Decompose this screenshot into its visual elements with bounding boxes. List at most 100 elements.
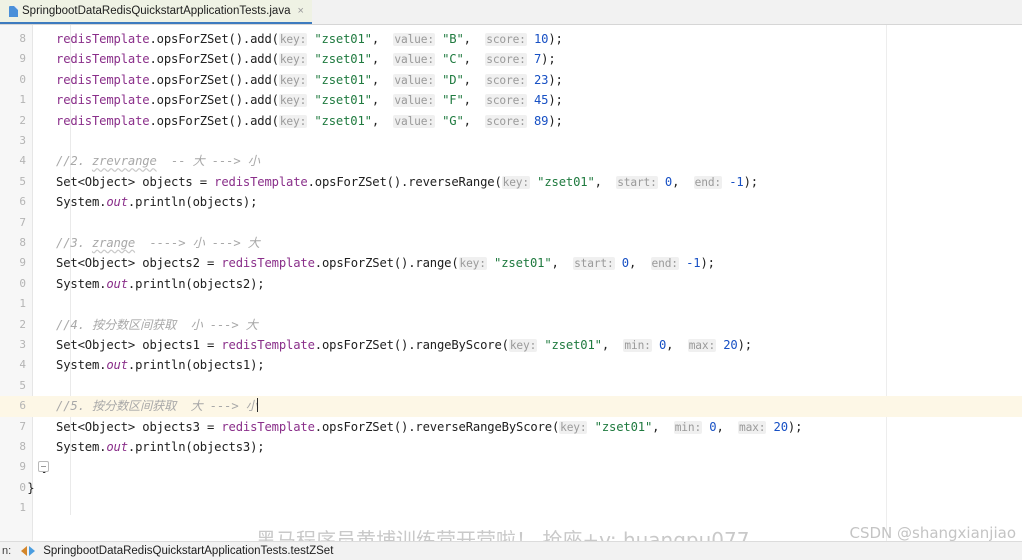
- code-token: .opsForZSet().add(: [149, 93, 279, 108]
- step-back-icon[interactable]: [21, 546, 28, 556]
- code-token: //2.: [56, 154, 92, 169]
- code-token: ,: [601, 338, 624, 352]
- code-token: .opsForZSet().rangeByScore(: [314, 338, 509, 352]
- code-line[interactable]: 6 //5. 按分数区间获取 大 ---> 小: [0, 396, 1022, 417]
- step-forward-icon[interactable]: [29, 546, 36, 556]
- code-text: //3. zrange ----> 小 ---> 大: [56, 233, 260, 253]
- code-text: //4. 按分数区间获取 小 ---> 大: [56, 315, 258, 335]
- code-token: );: [737, 338, 753, 352]
- code-token: .println(objects1);: [127, 358, 265, 373]
- code-token: ,: [371, 32, 394, 46]
- code-line[interactable]: 5 Set<Object> objects = redisTemplate.ops…: [0, 172, 1022, 192]
- line-number: 1: [19, 297, 26, 311]
- code-token: "zset01": [314, 72, 372, 87]
- code-token: "zset01": [594, 419, 653, 434]
- line-number: 9: [19, 52, 26, 66]
- parameter-hint: min:: [623, 339, 652, 352]
- code-line[interactable]: 4 System.out.println(objects1);: [0, 355, 1022, 375]
- code-line[interactable]: 0 System.out.println(objects2);: [0, 274, 1022, 294]
- code-line[interactable]: 6 System.out.println(objects);: [0, 192, 1022, 212]
- code-line[interactable]: 2 //4. 按分数区间获取 小 ---> 大: [0, 315, 1022, 335]
- code-line[interactable]: 1: [0, 498, 1022, 518]
- code-line[interactable]: 8 System.out.println(objects3);: [0, 437, 1022, 457]
- code-token: ,: [371, 72, 394, 87]
- parameter-hint: end:: [693, 175, 723, 189]
- code-line[interactable]: 0}: [0, 478, 1022, 498]
- parameter-hint: key:: [458, 257, 487, 271]
- parameter-hint: key:: [278, 114, 308, 128]
- code-line[interactable]: 7 Set<Object> objects3 = redisTemplate.op…: [0, 417, 1022, 437]
- code-token: );: [700, 256, 715, 271]
- code-token: ,: [463, 32, 486, 46]
- parameter-hint: key:: [278, 53, 308, 67]
- code-token: .println(objects3);: [127, 440, 265, 454]
- parameter-hint: value:: [393, 53, 435, 67]
- code-line[interactable]: 9 Set<Object> objects2 = redisTemplate.op…: [0, 253, 1022, 273]
- code-token: //5. 按分数区间获取 大 ---> 小: [56, 399, 258, 414]
- run-navigation-icons[interactable]: [21, 546, 36, 556]
- code-fold-marker[interactable]: [38, 461, 49, 473]
- code-line[interactable]: 8 //3. zrange ----> 小 ---> 大: [0, 233, 1022, 253]
- code-token: "zset01": [494, 256, 552, 271]
- run-configuration-name[interactable]: SpringbootDataRedisQuickstartApplication…: [43, 545, 333, 557]
- code-token: .println(objects);: [127, 195, 258, 210]
- code-line[interactable]: 9 redisTemplate.opsForZSet().add(key: "zs…: [0, 49, 1022, 69]
- close-icon[interactable]: ×: [297, 5, 303, 17]
- code-line[interactable]: 8 redisTemplate.opsForZSet().add(key: "zs…: [0, 29, 1022, 49]
- ide-window: SpringbootDataRedisQuickstartApplication…: [0, 0, 1022, 560]
- code-token: "zset01": [537, 174, 595, 189]
- code-token: ,: [463, 72, 486, 87]
- code-line[interactable]: 1 redisTemplate.opsForZSet().add(key: "zs…: [0, 90, 1022, 110]
- line-number: 8: [19, 236, 26, 249]
- code-token: 10: [533, 32, 549, 46]
- code-token: ,: [371, 113, 394, 128]
- code-token: "zset01": [544, 338, 602, 352]
- line-number: 4: [19, 154, 26, 168]
- line-number: 8: [19, 32, 26, 45]
- code-token: ,: [371, 93, 394, 108]
- code-line[interactable]: 2 redisTemplate.opsForZSet().add(key: "zs…: [0, 111, 1022, 131]
- line-number: 6: [19, 195, 26, 209]
- line-number: 1: [19, 501, 26, 515]
- code-token: System.: [56, 358, 107, 373]
- code-token: );: [548, 93, 563, 108]
- code-line[interactable]: 0 redisTemplate.opsForZSet().add(key: "zs…: [0, 70, 1022, 90]
- code-line[interactable]: 3: [0, 131, 1022, 151]
- code-lines[interactable]: 8 redisTemplate.opsForZSet().add(key: "zs…: [0, 25, 1022, 541]
- code-editor[interactable]: 8 redisTemplate.opsForZSet().add(key: "zs…: [0, 25, 1022, 541]
- code-token: Set<Object> objects2 =: [56, 256, 222, 271]
- code-line[interactable]: 1: [0, 294, 1022, 314]
- code-line[interactable]: 9}: [0, 457, 1022, 477]
- code-token: "B": [442, 32, 464, 46]
- parameter-hint: key:: [278, 94, 308, 108]
- code-token: .opsForZSet().reverseRangeByScore(: [314, 419, 560, 434]
- code-token: );: [548, 72, 563, 87]
- code-token: out: [106, 440, 128, 454]
- parameter-hint: key:: [501, 175, 530, 189]
- code-token: "F": [442, 93, 464, 108]
- code-line[interactable]: 3 Set<Object> objects1 = redisTemplate.op…: [0, 335, 1022, 355]
- code-text: //2. zrevrange -- 大 ---> 小: [56, 151, 260, 171]
- code-token: 45: [533, 93, 549, 108]
- code-token: .println(objects2);: [127, 276, 265, 291]
- code-token: ,: [628, 256, 651, 271]
- parameter-hint: score:: [485, 73, 527, 87]
- code-token: redisTemplate: [56, 72, 150, 87]
- java-class-icon: [9, 5, 18, 17]
- code-line[interactable]: 7: [0, 213, 1022, 233]
- code-text: redisTemplate.opsForZSet().add(key: "zse…: [56, 90, 563, 111]
- editor-tab-active[interactable]: SpringbootDataRedisQuickstartApplication…: [0, 0, 312, 24]
- code-token: -- 大 ---> 小: [156, 154, 260, 169]
- code-line[interactable]: 5: [0, 376, 1022, 396]
- line-number: 2: [19, 113, 26, 127]
- code-line[interactable]: 4 //2. zrevrange -- 大 ---> 小: [0, 151, 1022, 171]
- line-number: 9: [19, 460, 26, 474]
- run-tool-window-label: n:: [2, 545, 12, 557]
- editor-tab-bar: SpringbootDataRedisQuickstartApplication…: [0, 0, 1022, 25]
- code-token: );: [548, 32, 563, 46]
- code-token: "zset01": [314, 113, 372, 128]
